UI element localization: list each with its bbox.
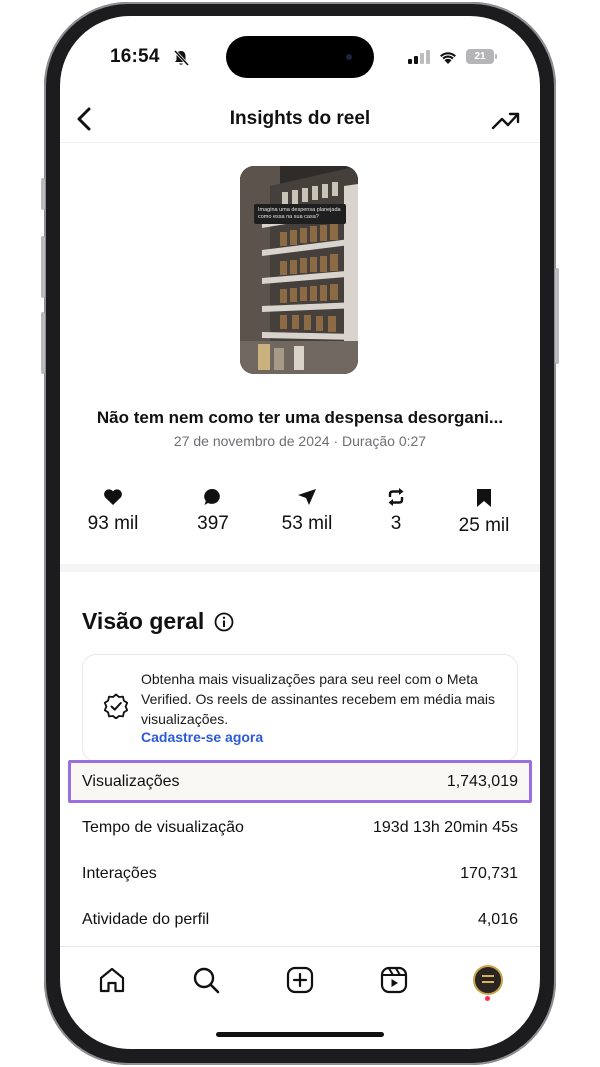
metric-label: Tempo de visualização <box>82 819 244 836</box>
phone-volume-up-button <box>41 236 45 298</box>
phone-volume-down-button <box>41 312 45 374</box>
dynamic-island <box>226 36 374 78</box>
metric-row-profile-activity[interactable]: Atividade do perfil 4,016 <box>82 904 518 936</box>
section-divider <box>60 564 540 572</box>
reposts-count: 3 <box>390 513 402 534</box>
bottom-tab-bar <box>60 960 540 1000</box>
likes-stat: 93 mil <box>68 488 158 535</box>
comments-stat: 397 <box>168 488 258 535</box>
engagement-stats: 93 mil 397 53 mil 3 25 mil <box>60 488 540 548</box>
send-icon <box>298 489 316 505</box>
reel-title: Não tem nem como ter uma despensa desorg… <box>96 408 504 427</box>
search-icon <box>193 967 220 994</box>
reposts-stat: 3 <box>351 488 441 535</box>
saves-count: 25 mil <box>458 515 510 536</box>
avatar <box>473 965 503 995</box>
header-divider <box>60 142 540 143</box>
shares-count: 53 mil <box>281 513 333 534</box>
promo-text: Obtenha mais visualizações para seu reel… <box>141 671 496 727</box>
info-icon[interactable] <box>214 612 234 632</box>
tab-profile[interactable] <box>468 960 508 1000</box>
metric-value: 170,731 <box>460 865 518 882</box>
cellular-signal-icon <box>408 49 430 64</box>
metric-label: Visualizações <box>82 773 180 790</box>
saves-stat: 25 mil <box>439 488 529 537</box>
status-time: 16:54 <box>110 46 160 67</box>
overview-title: Visão geral <box>82 608 205 634</box>
metric-value: 4,016 <box>477 911 518 928</box>
metric-row-views[interactable]: Visualizações 1,743,019 <box>82 766 518 798</box>
phone-power-button <box>555 268 559 364</box>
phone-action-button <box>41 178 45 210</box>
create-plus-icon <box>286 966 314 994</box>
metric-value: 1,743,019 <box>446 773 518 790</box>
repost-icon <box>388 488 404 506</box>
verified-badge-icon <box>103 693 129 719</box>
reels-icon <box>380 966 408 994</box>
metric-row-watch-time[interactable]: Tempo de visualização 193d 13h 20min 45s <box>82 812 518 844</box>
tab-search[interactable] <box>186 960 226 1000</box>
status-indicators: 21 <box>408 49 497 64</box>
notification-dot <box>485 996 490 1001</box>
signup-link[interactable]: Cadastre-se agora <box>141 729 263 745</box>
meta-verified-promo: Obtenha mais visualizações para seu reel… <box>82 654 518 762</box>
home-icon <box>99 967 125 993</box>
overview-heading: Visão geral <box>82 608 234 635</box>
tab-create[interactable] <box>280 960 320 1000</box>
reel-meta: 27 de novembro de 2024 · Duração 0:27 <box>173 433 427 449</box>
comment-icon <box>204 488 220 505</box>
trending-up-icon[interactable] <box>490 106 522 134</box>
reel-caption-overlay: Imagina uma despensa planejada como essa… <box>254 204 346 224</box>
heart-icon <box>104 489 122 505</box>
pantry-shelves-image <box>240 166 358 374</box>
bell-slash-icon <box>173 49 190 67</box>
tab-home[interactable] <box>92 960 132 1000</box>
comments-count: 397 <box>197 513 229 534</box>
top-navigation: Insights do reel <box>60 102 540 142</box>
likes-count: 93 mil <box>87 513 139 534</box>
wifi-icon <box>440 52 456 64</box>
tabbar-divider <box>60 946 540 947</box>
phone-screen: 16:54 21 Insights do reel Imagina uma de… <box>60 16 540 1049</box>
shares-stat: 53 mil <box>262 488 352 535</box>
metric-label: Atividade do perfil <box>82 911 210 928</box>
page-title: Insights do reel <box>229 108 371 129</box>
metric-row-interactions[interactable]: Interações 170,731 <box>82 858 518 890</box>
reel-thumbnail[interactable]: Imagina uma despensa planejada como essa… <box>240 166 358 374</box>
metric-value: 193d 13h 20min 45s <box>373 819 518 836</box>
bookmark-icon <box>477 489 491 507</box>
battery-indicator: 21 <box>466 49 497 64</box>
home-indicator <box>216 1032 384 1037</box>
tab-reels[interactable] <box>374 960 414 1000</box>
metric-label: Interações <box>82 865 157 882</box>
